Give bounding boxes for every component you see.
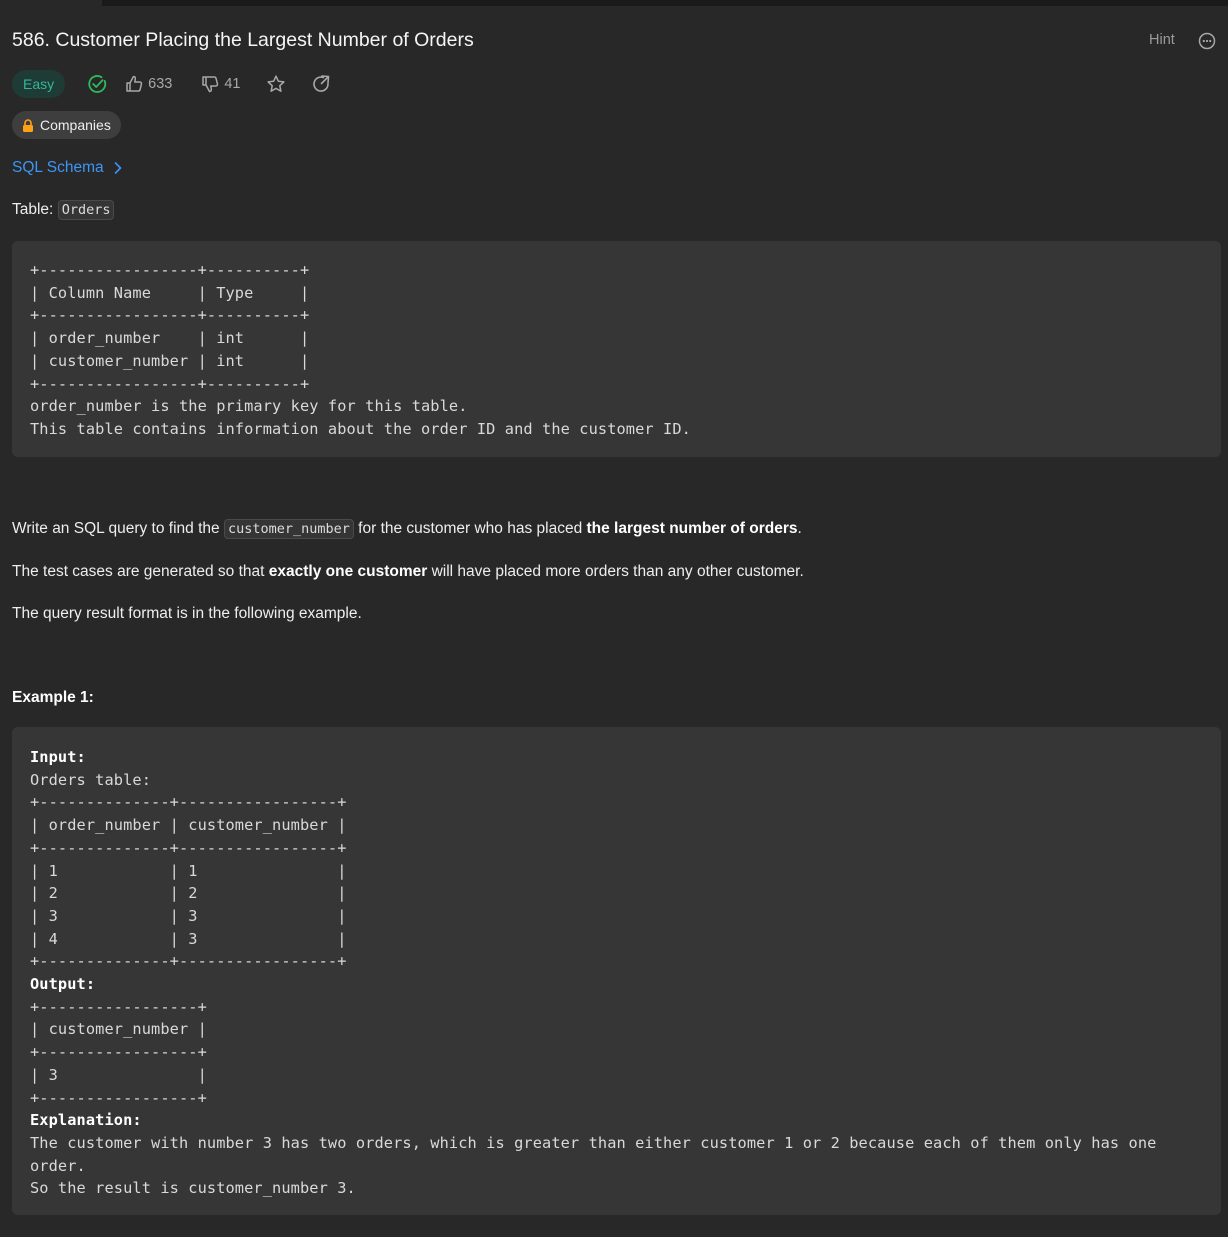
p2-text-start: The test cases are generated so that (12, 563, 269, 580)
output-label: Output: (30, 975, 96, 994)
top-bar (102, 0, 1228, 6)
dislike-button[interactable]: 41 (200, 74, 240, 94)
star-icon[interactable] (266, 74, 286, 94)
companies-button[interactable]: Companies (12, 111, 121, 139)
explanation-text: The customer with number 3 has two order… (30, 1133, 1157, 1198)
chevron-right-icon (113, 161, 123, 175)
thumbs-down-icon (200, 74, 220, 94)
dislikes-count: 41 (224, 76, 241, 92)
thumbs-up-icon (124, 74, 144, 94)
description-paragraph-2: The test cases are generated so that exa… (12, 563, 804, 581)
more-icon[interactable] (1197, 31, 1217, 51)
input-table-text: Orders table: +--------------+----------… (30, 770, 347, 971)
likes-count: 633 (148, 76, 173, 92)
description-paragraph-3: The query result format is in the follow… (12, 605, 362, 622)
schema-code-block: +-----------------+----------+ | Column … (12, 241, 1221, 457)
table-name-code: Orders (57, 200, 115, 220)
p2-bold-text: exactly one customer (268, 563, 428, 580)
difficulty-badge: Easy (12, 70, 66, 98)
sql-schema-label: SQL Schema (12, 159, 104, 176)
description-paragraph-1: Write an SQL query to find the customer_… (12, 519, 802, 539)
example-code-block: Input: Orders table: +--------------+---… (12, 727, 1221, 1215)
problem-title: 586. Customer Placing the Largest Number… (12, 29, 474, 51)
solved-check-icon (87, 74, 107, 94)
explanation-label: Explanation: (30, 1111, 142, 1130)
p1-text-middle: for the customer who has placed (353, 520, 587, 537)
p1-text-start: Write an SQL query to find the (12, 520, 224, 537)
sql-schema-link[interactable]: SQL Schema (12, 159, 123, 177)
input-label: Input: (30, 748, 86, 766)
problem-meta-row: Easy 633 41 (12, 70, 331, 98)
p2-text-end: will have placed more orders than any ot… (427, 563, 804, 580)
table-label: Table: (12, 201, 54, 218)
output-table-text: +-----------------+ | customer_number | … (30, 997, 207, 1107)
example-heading: Example 1: (12, 689, 94, 706)
companies-label: Companies (40, 117, 111, 133)
like-button[interactable]: 633 (124, 74, 172, 94)
customer-number-code: customer_number (223, 519, 354, 539)
lock-icon (22, 118, 34, 132)
table-line: Table: Orders (12, 200, 115, 220)
hint-button[interactable]: Hint (1149, 32, 1175, 48)
share-icon[interactable] (311, 74, 331, 94)
p1-text-end: . (797, 520, 802, 537)
schema-text: +-----------------+----------+ | Column … (30, 261, 691, 438)
p1-bold-text: the largest number of orders (586, 520, 798, 537)
